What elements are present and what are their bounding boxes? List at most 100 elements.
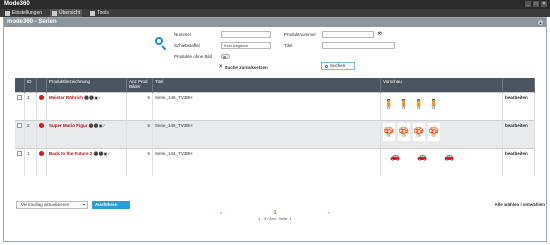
- preview-cell: 🧍 🧍 🧍 🧍: [380, 91, 503, 120]
- preview-thumbnail[interactable]: 🍄: [383, 122, 395, 141]
- tab-einstellungen[interactable]: Einstellungen: [3, 9, 44, 17]
- preview-thumbnail[interactable]: 🚗: [410, 150, 434, 163]
- maximize-icon[interactable]: □: [533, 1, 539, 7]
- preview-thumbnail[interactable]: 🚗: [383, 150, 407, 163]
- preview-thumbnails: 🚗 🚗 🚗: [383, 150, 483, 163]
- prev-page-link[interactable]: «: [220, 210, 222, 216]
- count-cell: 6: [126, 147, 153, 176]
- tab-label: Übersicht: [59, 10, 81, 16]
- search-button-label: Suchen: [330, 63, 346, 68]
- preview-thumbnail[interactable]: 🧍: [428, 94, 440, 113]
- preview-thumbnail[interactable]: 🍄: [413, 122, 425, 141]
- select-all-link[interactable]: Alle wählen / entwählen: [494, 202, 545, 207]
- status-dot-icon: [39, 94, 44, 100]
- table-row: 1 Back to the Future 2 ⚫⚫▣✓ 6 Serie_144_…: [15, 147, 535, 176]
- nummer-input[interactable]: [221, 31, 271, 38]
- actions-cell: bearbeiten: [502, 119, 535, 148]
- product-name[interactable]: Back to the Future 2: [49, 151, 92, 156]
- preview-cell: 🍄 🍄 🍄 🍄: [380, 119, 503, 148]
- preview-thumbnails: 🧍 🧍 🧍 🧍: [383, 94, 483, 113]
- titel-label: Titel: [284, 43, 293, 48]
- preview-thumbnails: 🍄 🍄 🍄 🍄: [383, 122, 483, 141]
- status-cell: [36, 119, 47, 148]
- column-header-id: ID: [24, 78, 37, 92]
- execute-button[interactable]: Ausführen: [92, 201, 130, 209]
- pagination: « 1 » 1 - 3 / Anz. Seite: 1: [220, 210, 330, 221]
- produktnummer-input[interactable]: [322, 31, 374, 38]
- schiebstaffel-select[interactable]: Kein Abgleich: [221, 42, 271, 49]
- tab-label: Einstellungen: [12, 10, 43, 16]
- close-icon[interactable]: ×: [541, 1, 547, 7]
- preview-thumbnail[interactable]: 🍄: [398, 122, 410, 141]
- tools-icon: [90, 10, 96, 16]
- name-cell: Back to the Future 2 ⚫⚫▣✓: [46, 147, 127, 176]
- product-name[interactable]: Super Mario Figur: [49, 123, 88, 128]
- visibility-icon[interactable]: 👁: [377, 31, 383, 37]
- product-tags-icon: ⚫⚫▣✓: [88, 122, 106, 128]
- schiebstaffel-label: Schiebstaffel: [174, 43, 200, 48]
- status-cell: [36, 91, 47, 120]
- preview-thumbnail[interactable]: 🧍: [383, 94, 395, 113]
- count-cell: 6: [126, 91, 153, 120]
- name-cell: Meister Röhrich ⚫⚫▣✓: [46, 91, 127, 120]
- window-controls: _ □ ×: [525, 1, 547, 7]
- column-header-count: Anz Prod Bilder: [126, 78, 153, 92]
- chevron-down-icon: ▾: [82, 202, 85, 207]
- window-titlebar: Mode360 _ □ ×: [0, 0, 550, 9]
- page-header: mode360 - Serien ▲: [4, 18, 546, 27]
- next-page-link[interactable]: »: [328, 210, 330, 216]
- product-name[interactable]: Meister Röhrich: [49, 95, 83, 100]
- id-cell: 3: [24, 91, 37, 120]
- tab-bar: Einstellungen Übersicht Tools: [0, 9, 550, 17]
- produktnummer-label: Produktnummer: [284, 32, 317, 37]
- reset-search-link[interactable]: × Suche zurücksetzen: [219, 64, 268, 70]
- search-icon: [155, 37, 167, 51]
- title-cell: Serie_144_TV3BH: [152, 147, 381, 176]
- tab-label: Tools: [97, 10, 109, 16]
- row-checkbox[interactable]: [17, 150, 22, 156]
- actions-cell: bearbeiten: [502, 91, 535, 120]
- minimize-icon[interactable]: _: [525, 1, 531, 7]
- overview-icon: [52, 10, 58, 16]
- preview-thumbnail[interactable]: 🧍: [398, 94, 410, 113]
- count-cell: 6: [126, 119, 153, 148]
- settings-icon: [5, 10, 10, 16]
- tab-tools[interactable]: Tools: [88, 9, 111, 17]
- product-tags-icon: ⚫⚫▣✓: [93, 150, 111, 156]
- id-cell: 1: [24, 147, 37, 176]
- produkte-ohne-bild-label: Produkte ohne Bild: [174, 54, 213, 59]
- row-checkbox[interactable]: [17, 122, 22, 128]
- table-row: 3 Meister Röhrich ⚫⚫▣✓ 6 Serie_146_TV3BH…: [15, 91, 535, 120]
- row-select-cell: [15, 91, 25, 120]
- column-header-actions: [502, 78, 535, 92]
- page-title: mode360 - Serien: [7, 19, 57, 25]
- window-title: Mode360: [4, 1, 30, 7]
- edit-link[interactable]: bearbeiten: [505, 151, 528, 156]
- status-column-header: [36, 78, 47, 92]
- title-cell: Serie_146_TV3BH: [152, 91, 381, 120]
- nummer-label: Nummer: [174, 32, 192, 37]
- select-column-header: [15, 78, 25, 92]
- collapse-icon[interactable]: ▲: [538, 20, 543, 25]
- row-select-cell: [15, 147, 25, 176]
- tab-uebersicht[interactable]: Übersicht: [50, 9, 83, 17]
- bulk-action-select[interactable]: Vertrauflag aktualisieren ▾: [16, 201, 88, 209]
- column-header-preview: Vorschau: [380, 78, 503, 92]
- row-select-cell: [15, 119, 25, 148]
- bulk-action-value: Vertrauflag aktualisieren: [21, 202, 70, 207]
- preview-thumbnail[interactable]: 🧍: [413, 94, 425, 113]
- preview-thumbnail[interactable]: 🚗: [437, 150, 461, 163]
- edit-link[interactable]: bearbeiten: [505, 95, 528, 100]
- actions-cell: bearbeiten: [502, 147, 535, 176]
- search-button-icon: [325, 64, 328, 68]
- reset-icon: ×: [219, 64, 223, 70]
- name-cell: Super Mario Figur ⚫⚫▣✓: [46, 119, 127, 148]
- titel-input[interactable]: [322, 42, 395, 49]
- search-button[interactable]: Suchen: [321, 62, 355, 70]
- edit-link[interactable]: bearbeiten: [505, 123, 528, 128]
- row-checkbox[interactable]: [17, 94, 22, 100]
- preview-thumbnail[interactable]: 🍄: [428, 122, 440, 141]
- series-table: ID Produktbezeichnung Anz Prod Bilder Ti…: [15, 78, 535, 176]
- produkte-ohne-bild-toggle[interactable]: [221, 54, 230, 59]
- id-cell: 2: [24, 119, 37, 148]
